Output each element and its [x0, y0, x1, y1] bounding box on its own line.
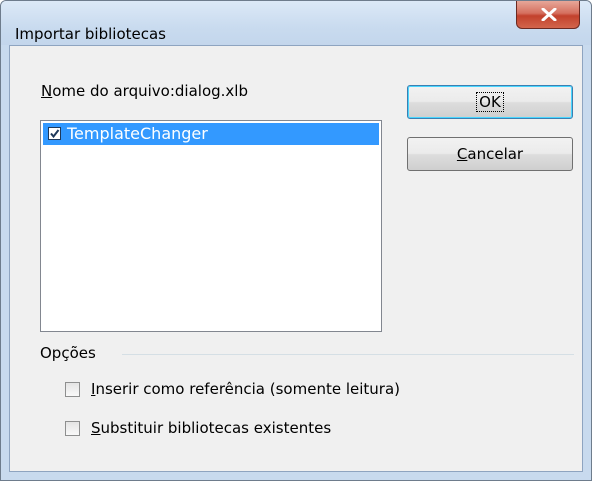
file-name-value: dialog.xlb [174, 82, 248, 100]
close-button[interactable] [516, 1, 580, 29]
cancel-button[interactable]: Cancelar [407, 137, 573, 171]
options-group-label: Opções [40, 344, 96, 362]
library-name: TemplateChanger [67, 124, 208, 143]
dialog-body: Nome do arquivo:dialog.xlb TemplateChang… [9, 45, 583, 472]
options-divider [122, 354, 574, 355]
import-libraries-dialog: Importar bibliotecas Nome do arquivo:dia… [0, 0, 592, 481]
insert-as-reference-label: Inserir como referência (somente leitura… [91, 380, 400, 398]
file-name-label: Nome do arquivo:dialog.xlb [41, 82, 248, 100]
window-title: Importar bibliotecas [15, 25, 166, 43]
library-checkbox[interactable] [48, 127, 61, 140]
checkmark-icon [50, 129, 60, 139]
insert-as-reference-checkbox[interactable] [65, 382, 80, 397]
title-bar[interactable]: Importar bibliotecas [1, 1, 591, 45]
close-icon [541, 8, 557, 21]
ok-button[interactable]: OK [407, 85, 573, 119]
library-list[interactable]: TemplateChanger [40, 120, 382, 332]
replace-existing-checkbox[interactable] [65, 421, 80, 436]
list-item[interactable]: TemplateChanger [43, 123, 379, 145]
replace-existing-label: Substituir bibliotecas existentes [91, 419, 332, 437]
